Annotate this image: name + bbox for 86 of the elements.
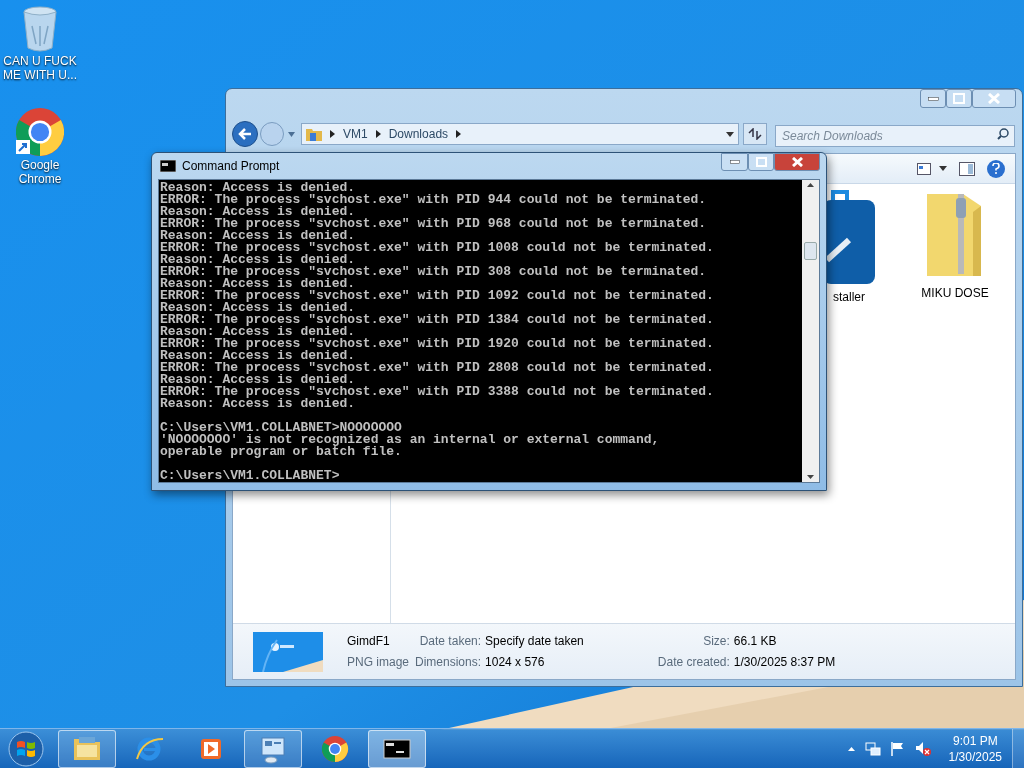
- taskbar-button[interactable]: [368, 729, 426, 768]
- console-line: Reason: Access is denied.: [160, 254, 356, 266]
- breadcrumb-item[interactable]: VM1: [343, 125, 368, 143]
- help-button[interactable]: [987, 159, 1005, 178]
- close-button[interactable]: [972, 89, 1016, 108]
- question-mark-icon: [992, 163, 1000, 174]
- close-button[interactable]: [774, 153, 820, 171]
- dropdown-arrow-icon: [939, 166, 947, 171]
- console-line: Reason: Access is denied.: [160, 278, 356, 290]
- maximize-icon: [953, 93, 965, 104]
- clock[interactable]: 9:01 PM 1/30/2025: [944, 732, 1006, 765]
- console-line: ERROR: The process "svchost.exe" with PID 968 could not be terminated.: [160, 218, 708, 230]
- console-line: Reason: Access is denied.: [160, 182, 356, 194]
- maximize-button[interactable]: [748, 153, 774, 171]
- address-bar[interactable]: VM1 Downloads: [301, 123, 739, 145]
- start-button[interactable]: [6, 729, 46, 768]
- file-type: PNG image: [347, 654, 410, 671]
- console-line: C:\Users\VM1.COLLABNET>NOOOOOOO: [160, 422, 403, 434]
- minimize-icon: [927, 96, 939, 101]
- scrollbar[interactable]: [802, 180, 819, 482]
- console-icon: [160, 160, 176, 172]
- flag-icon: [890, 741, 905, 756]
- console-line: Reason: Access is denied.: [160, 374, 356, 386]
- console-line: operable program or batch file.: [160, 446, 403, 458]
- chevron-right-icon: [456, 130, 462, 138]
- clock-time: 9:01 PM: [952, 732, 998, 749]
- console-line: ERROR: The process "svchost.exe" with PID 1920 could not be terminated.: [160, 338, 715, 350]
- field-label: Date created:: [656, 654, 730, 671]
- dropdown-arrow-icon: [288, 131, 295, 137]
- field-value[interactable]: 1024 x 576: [485, 653, 584, 671]
- console-line: Reason: Access is denied.: [160, 326, 356, 338]
- window-title: Command Prompt: [182, 158, 281, 175]
- file-label[interactable]: staller: [833, 288, 865, 306]
- console-line: ERROR: The process "svchost.exe" with PID 1092 could not be terminated.: [160, 290, 715, 302]
- field-label: Size:: [702, 633, 730, 650]
- recycle-bin-icon: [22, 6, 58, 52]
- network-icon: [864, 740, 881, 757]
- search-icon: [997, 128, 1009, 140]
- console-line: Reason: Access is denied.: [160, 350, 356, 362]
- arrow-left-icon: [237, 127, 253, 141]
- preview-pane-icon: [959, 161, 975, 176]
- console-line: ERROR: The process "svchost.exe" with PID 2808 could not be terminated.: [160, 362, 715, 374]
- show-desktop-button[interactable]: [1012, 728, 1024, 768]
- console-line: Reason: Access is denied.: [160, 302, 356, 314]
- console-line: Reason: Access is denied.: [160, 398, 357, 410]
- field-value[interactable]: 1/30/2025 8:37 PM: [733, 653, 836, 671]
- breadcrumb-item[interactable]: Downloads: [388, 125, 449, 143]
- chevron-right-icon: [330, 130, 335, 138]
- console-line: 'NOOOOOOO' is not recognized as an internal or external command,: [160, 434, 661, 446]
- folder-icon: [306, 127, 322, 141]
- search-field[interactable]: Search Downloads: [775, 125, 1015, 147]
- console-line: Reason: Access is denied.: [160, 206, 356, 218]
- console-line: ERROR: The process "svchost.exe" with PID 308 could not be terminated.: [160, 266, 708, 278]
- maximize-icon: [755, 157, 767, 167]
- field-value[interactable]: Specify date taken: [485, 632, 584, 650]
- speaker-muted-icon: [914, 740, 931, 757]
- field-label: Dimensions:: [415, 654, 482, 671]
- console-line: ERROR: The process "svchost.exe" with PID 1384 could not be terminated.: [160, 314, 715, 326]
- close-icon: [791, 157, 803, 167]
- minimize-button[interactable]: [920, 89, 946, 108]
- minimize-button[interactable]: [721, 153, 748, 171]
- refresh-icon: [748, 128, 762, 140]
- close-icon: [988, 93, 1000, 104]
- dropdown-arrow-icon: [726, 131, 734, 137]
- scroll-thumb[interactable]: [804, 242, 817, 260]
- back-button[interactable]: [232, 121, 258, 147]
- file-label[interactable]: MIKU DOSE: [921, 284, 989, 302]
- view-icon: [917, 162, 931, 175]
- console-line: ERROR: The process "svchost.exe" with PID 3388 could not be terminated.: [160, 386, 715, 398]
- view-options-button[interactable]: [917, 162, 947, 175]
- clock-date: 1/30/2025: [948, 748, 1002, 765]
- console-line: Reason: Access is denied.: [160, 230, 356, 242]
- field-value[interactable]: 66.1 KB: [733, 632, 836, 650]
- chrome-icon: [16, 108, 64, 156]
- console-line: C:\Users\VM1.COLLABNET>: [160, 470, 341, 482]
- preview-pane-button[interactable]: [959, 161, 975, 176]
- scroll-down-icon: [807, 475, 814, 479]
- field-label: Date taken:: [418, 633, 482, 650]
- minimize-icon: [729, 160, 740, 164]
- file-name: GimdF1: [347, 633, 391, 650]
- chevron-right-icon: [375, 130, 381, 138]
- maximize-button[interactable]: [946, 89, 972, 108]
- chevron-up-icon: [847, 746, 855, 751]
- console-line: ERROR: The process "svchost.exe" with PID 1008 could not be terminated.: [160, 242, 715, 254]
- refresh-button[interactable]: [743, 123, 767, 145]
- console-line: ERROR: The process "svchost.exe" with PID 944 could not be terminated.: [160, 194, 708, 206]
